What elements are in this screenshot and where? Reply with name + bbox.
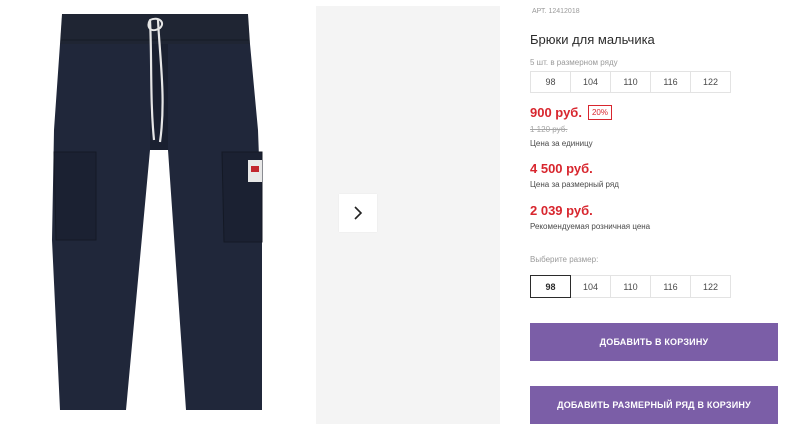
chevron-right-icon: [354, 206, 363, 220]
pack-size: 122: [690, 71, 731, 93]
pack-size: 98: [530, 71, 571, 93]
size-option[interactable]: 104: [570, 275, 611, 298]
rrp-caption: Рекомендуемая розничная цена: [530, 222, 651, 231]
discount-badge: 20%: [587, 105, 612, 120]
rrp-price: 2 039 руб.: [530, 203, 593, 218]
pack-size: 104: [570, 71, 611, 93]
gallery-next-button[interactable]: [339, 194, 377, 232]
product-title: Брюки для мальчика: [530, 32, 655, 47]
pack-sizes: 98 104 110 116 122: [530, 71, 731, 93]
pack-label: 5 шт. в размерном ряду: [530, 58, 618, 67]
product-gallery: [0, 0, 500, 433]
size-option[interactable]: 116: [650, 275, 691, 298]
sku-label: АРТ.: [532, 8, 547, 15]
size-selector: 98 104 110 116 122: [530, 275, 731, 298]
old-price: 1 120 руб.: [530, 125, 568, 134]
sku: АРТ. 12412018: [530, 8, 580, 15]
product-image[interactable]: [0, 0, 316, 433]
sku-value: 12412018: [548, 8, 580, 15]
add-to-cart-button[interactable]: ДОБАВИТЬ В КОРЗИНУ: [530, 323, 778, 361]
pack-price: 4 500 руб.: [530, 161, 593, 176]
pack-size: 110: [610, 71, 651, 93]
pack-size: 116: [650, 71, 691, 93]
pants-illustration: [52, 14, 263, 410]
size-option[interactable]: 122: [690, 275, 731, 298]
price-line: 900 руб. 20%: [530, 105, 612, 120]
size-option[interactable]: 98: [530, 275, 571, 298]
add-pack-to-cart-button[interactable]: ДОБАВИТЬ РАЗМЕРНЫЙ РЯД В КОРЗИНУ: [530, 386, 778, 424]
unit-price: 900 руб.: [530, 105, 582, 120]
size-select-label: Выберите размер:: [530, 255, 599, 264]
pack-price-caption: Цена за размерный ряд: [530, 180, 619, 189]
size-option[interactable]: 110: [610, 275, 651, 298]
unit-price-caption: Цена за единицу: [530, 139, 593, 148]
